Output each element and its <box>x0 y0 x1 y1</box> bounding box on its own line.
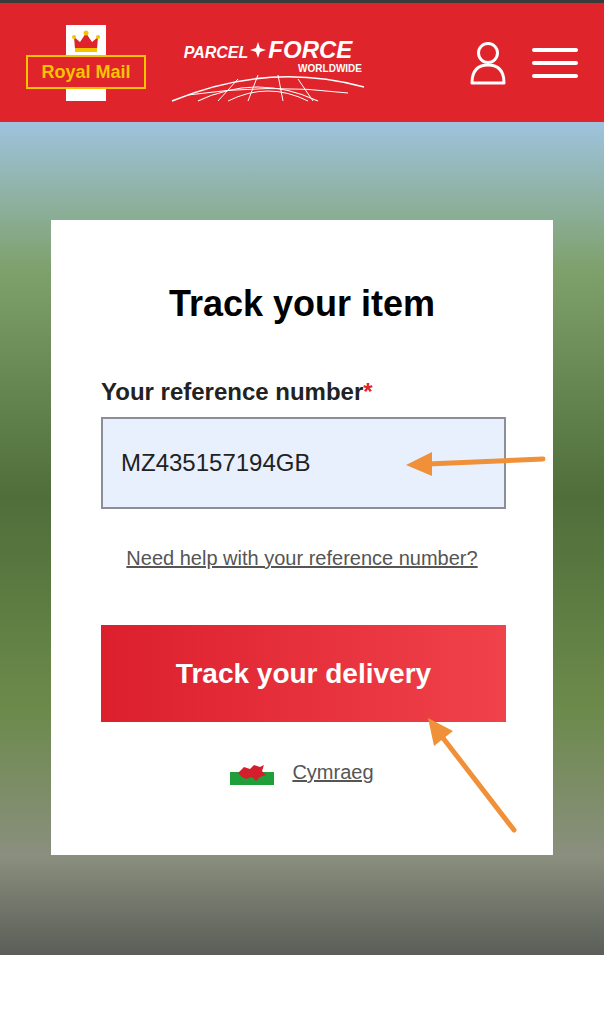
reference-input[interactable] <box>101 417 506 509</box>
required-mark: * <box>363 378 372 405</box>
welsh-flag-icon <box>230 759 274 785</box>
header-bar: Royal Mail PARCEL FORCE WORLDWIDE <box>0 0 604 122</box>
crown-icon <box>66 25 106 55</box>
brand-main: FORCE <box>268 37 352 63</box>
page: Royal Mail PARCEL FORCE WORLDWIDE <box>0 0 604 1024</box>
hero-photo: Track your item Your reference number* N… <box>0 122 604 955</box>
star-icon <box>250 42 266 58</box>
brand-sub: WORLDWIDE <box>298 63 362 75</box>
tracking-card: Track your item Your reference number* N… <box>51 220 553 855</box>
language-switch: Cymraeg <box>101 758 503 786</box>
field-label: Your reference number* <box>101 377 503 407</box>
brand-top: PARCEL <box>184 43 249 63</box>
annotation-arrows-icon <box>0 0 604 1024</box>
royal-mail-logo[interactable]: Royal Mail <box>26 25 146 101</box>
globe-icon <box>168 67 368 103</box>
track-button[interactable]: Track your delivery <box>101 625 506 722</box>
card-title: Track your item <box>101 282 503 326</box>
menu-icon[interactable] <box>532 48 578 78</box>
cymraeg-link[interactable]: Cymraeg <box>292 758 373 786</box>
account-icon[interactable] <box>468 38 508 88</box>
label-text: Your reference number <box>101 378 363 405</box>
logo-text: Royal Mail <box>41 61 130 83</box>
help-link[interactable]: Need help with your reference number? <box>101 545 503 571</box>
parcelforce-logo[interactable]: PARCEL FORCE WORLDWIDE <box>168 23 368 103</box>
